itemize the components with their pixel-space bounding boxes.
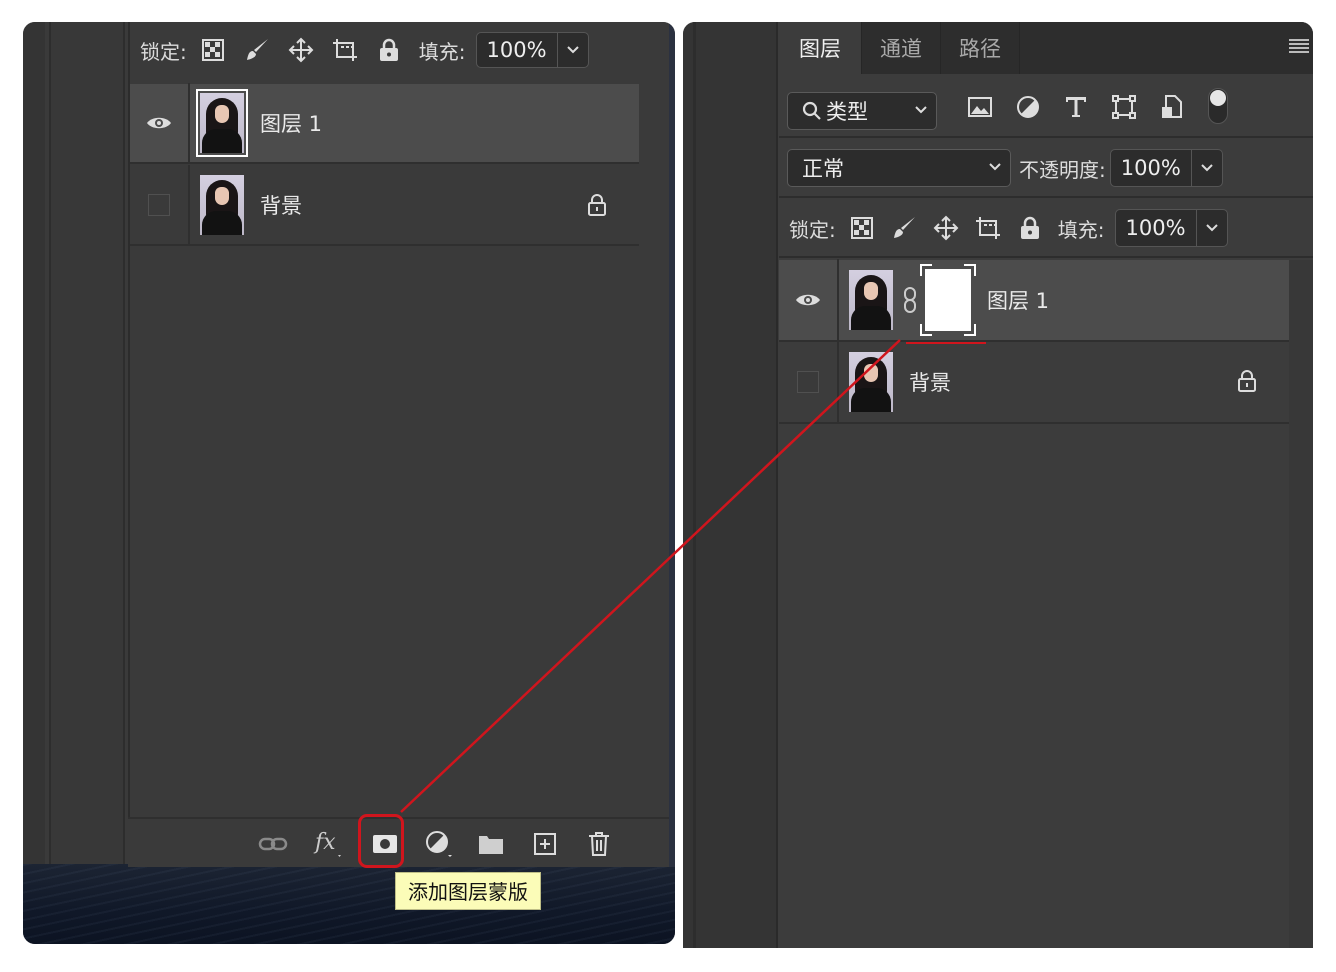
panel-dock-strip [23, 22, 45, 870]
lock-bar: 锁定: 填充: 100% [789, 209, 1228, 247]
brush-icon[interactable] [243, 36, 271, 64]
highlight-ring [358, 814, 404, 868]
tooltip: 添加图层蒙版 [395, 872, 541, 910]
panel-dock-column [683, 22, 778, 948]
lock-row: 锁定: 填充: 100% [779, 198, 1313, 258]
image-filter-icon[interactable] [965, 92, 995, 122]
artboard-icon[interactable] [974, 214, 1002, 242]
visibility-empty-box[interactable] [797, 371, 819, 393]
lock-icon [587, 194, 607, 220]
adjustment-filter-icon[interactable] [1013, 92, 1043, 122]
chevron-down-icon[interactable] [1197, 223, 1227, 233]
shape-filter-icon[interactable] [1109, 92, 1139, 122]
eye-icon[interactable] [146, 115, 172, 131]
opacity-label: 不透明度: [1019, 157, 1106, 182]
fill-field[interactable]: 100% [475, 32, 589, 68]
layer-name[interactable]: 背景 [260, 190, 302, 220]
lock-label: 锁定: [140, 39, 187, 64]
visibility-toggle[interactable] [130, 83, 190, 163]
lock-icon [1237, 370, 1257, 396]
layer-thumbnail[interactable] [849, 352, 893, 412]
lock-bar: 锁定: 填充: 100% [140, 32, 589, 68]
brush-icon[interactable] [890, 214, 918, 242]
opacity-field[interactable]: 100% [1109, 149, 1223, 187]
filter-kind-label: 类型 [826, 100, 868, 124]
chevron-down-icon[interactable] [1192, 163, 1222, 173]
layers-panel-after: 图层 通道 路径 类型 正常 不透明度: 100% 锁定: 填充: 100% 图… [683, 22, 1313, 948]
layer-name[interactable]: 图层 1 [260, 108, 322, 138]
blend-mode-value: 正常 [802, 157, 844, 181]
smart-object-filter-icon[interactable] [1157, 92, 1187, 122]
filter-row: 类型 [779, 74, 1313, 138]
visibility-toggle[interactable] [130, 165, 190, 245]
new-layer-icon[interactable] [528, 827, 562, 861]
layer-mask-thumbnail[interactable] [920, 264, 976, 336]
lock-icon[interactable] [1016, 214, 1044, 242]
move-icon[interactable] [287, 36, 315, 64]
blend-row: 正常 不透明度: 100% [779, 138, 1313, 198]
layer-row-background[interactable]: 背景 [779, 341, 1289, 424]
tab-channels[interactable]: 通道 [862, 22, 941, 74]
lock-label: 锁定: [789, 217, 836, 242]
lock-icon[interactable] [375, 36, 403, 64]
tab-layers[interactable]: 图层 [779, 22, 862, 74]
chain-link-icon[interactable] [901, 286, 919, 314]
adjustment-icon[interactable] [422, 827, 456, 861]
checkerboard-lock-icon[interactable] [848, 214, 876, 242]
eye-icon[interactable] [795, 292, 821, 308]
annotation-underline [906, 342, 986, 344]
layers-panel-main: 图层 通道 路径 类型 正常 不透明度: 100% 锁定: 填充: 100% 图… [779, 22, 1313, 948]
visibility-toggle[interactable] [779, 341, 839, 423]
artboard-icon[interactable] [331, 36, 359, 64]
visibility-toggle[interactable] [779, 259, 839, 341]
fill-label: 填充: [418, 39, 466, 64]
layers-list: 锁定: 填充: 100% 图层 1 背景 [128, 22, 669, 867]
chevron-down-icon [988, 162, 1002, 172]
chevron-down-icon [914, 105, 928, 115]
fill-value[interactable]: 100% [477, 33, 558, 67]
layer-row-background[interactable]: 背景 [130, 165, 639, 246]
move-icon[interactable] [932, 214, 960, 242]
blend-mode-select[interactable]: 正常 [787, 149, 1011, 187]
layers-panel-before: 锁定: 填充: 100% 图层 1 背景 fx [23, 22, 675, 944]
trash-icon[interactable] [582, 827, 616, 861]
layer-name[interactable]: 图层 1 [987, 285, 1049, 315]
layer-thumbnail[interactable] [849, 270, 893, 330]
fill-value[interactable]: 100% [1116, 210, 1197, 246]
panel-tabs: 图层 通道 路径 [779, 22, 1313, 74]
visibility-empty-box[interactable] [148, 194, 170, 216]
layer-row-layer1[interactable]: 图层 1 [779, 259, 1289, 342]
fill-label: 填充: [1057, 217, 1105, 242]
fx-icon[interactable]: fx [312, 827, 346, 861]
menu-icon[interactable] [1287, 38, 1309, 58]
canvas-background-image [23, 864, 675, 944]
checkerboard-lock-icon[interactable] [199, 36, 227, 64]
panel-dock-column [49, 22, 125, 870]
filter-kind-select[interactable]: 类型 [787, 92, 937, 130]
search-icon [802, 101, 822, 121]
opacity-control: 不透明度: 100% [1019, 149, 1223, 187]
layer-name[interactable]: 背景 [909, 367, 951, 397]
layer-thumbnail[interactable] [200, 175, 244, 235]
canvas-edge [669, 22, 675, 867]
link-icon[interactable] [256, 827, 290, 861]
fill-field[interactable]: 100% [1114, 209, 1228, 247]
tab-paths[interactable]: 路径 [941, 22, 1020, 74]
layer-row-layer1[interactable]: 图层 1 [130, 83, 639, 164]
filter-toggle[interactable] [1208, 88, 1228, 124]
scrollbar-track[interactable] [1289, 260, 1313, 948]
opacity-value[interactable]: 100% [1111, 150, 1192, 186]
chevron-down-icon[interactable] [558, 45, 588, 55]
folder-icon[interactable] [474, 827, 508, 861]
type-filter-icon[interactable] [1061, 92, 1091, 122]
svg-text:fx: fx [313, 830, 336, 855]
layer-thumbnail[interactable] [196, 89, 248, 157]
